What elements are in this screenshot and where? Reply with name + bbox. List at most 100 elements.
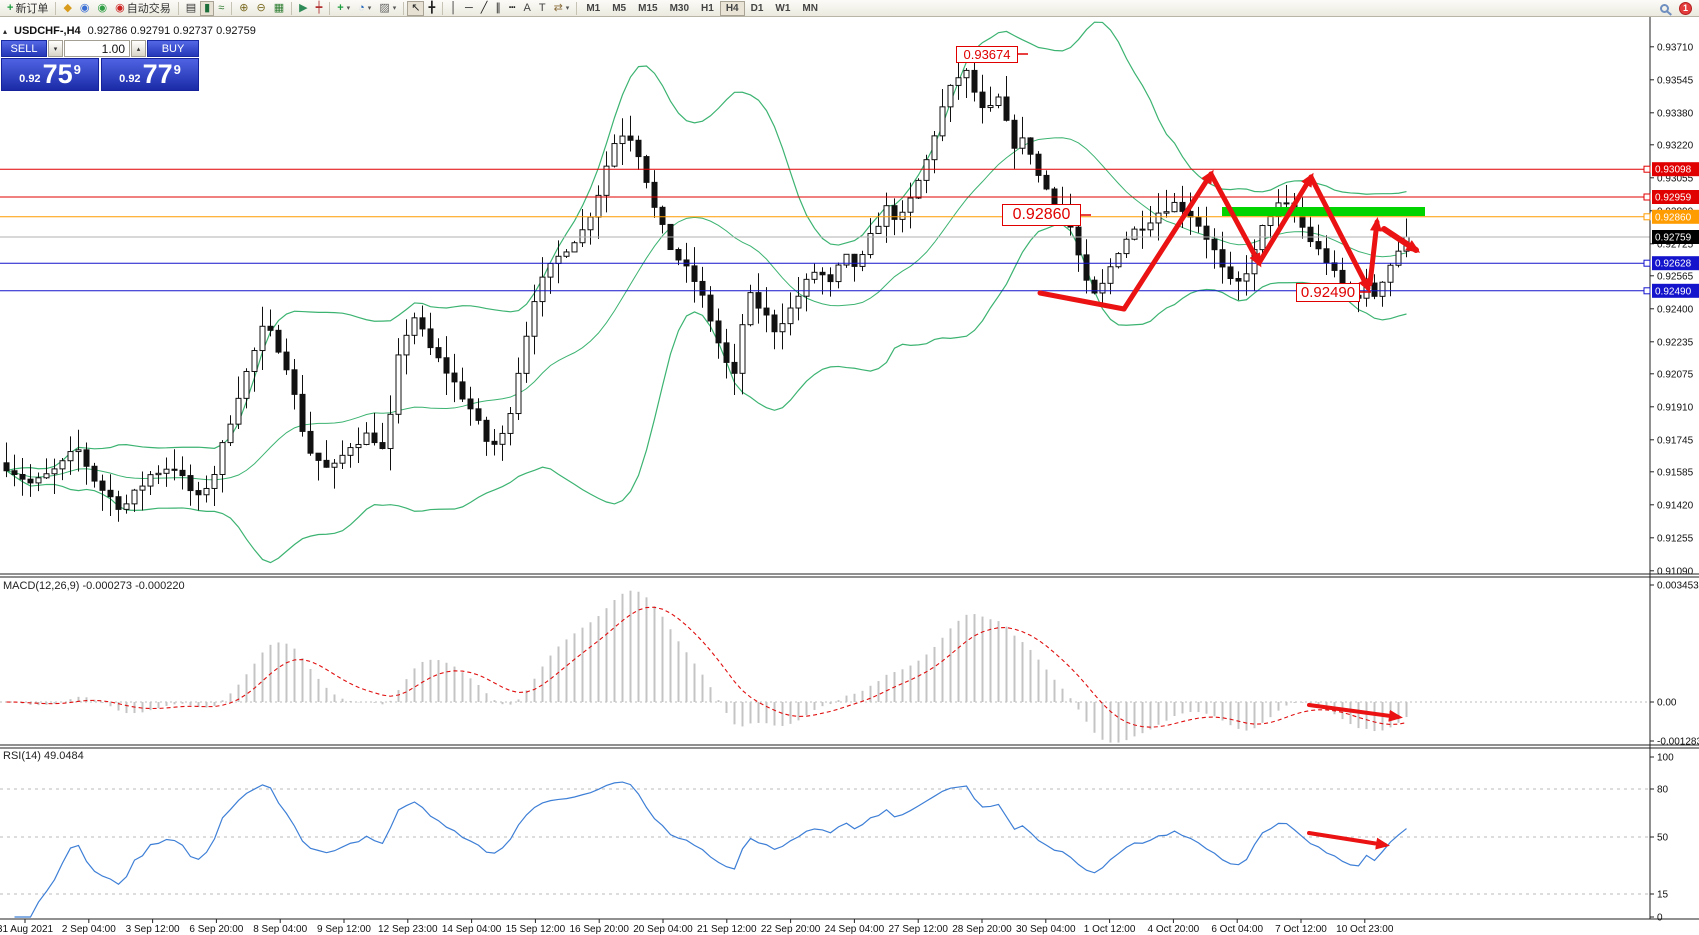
crosshair-icon[interactable]: ╋ [424, 1, 439, 16]
zoom-in-icon: ⊕ [239, 1, 248, 15]
arrows-tool-button[interactable]: ⇄▾ [550, 1, 574, 16]
vertical-line-icon[interactable]: │ [446, 1, 461, 16]
svg-text:0.92860: 0.92860 [1655, 212, 1692, 223]
svg-text:0.92400: 0.92400 [1657, 304, 1694, 315]
price-annotation-box[interactable]: 0.93674 [956, 46, 1018, 63]
rsi-arrow[interactable] [1309, 833, 1385, 845]
chart-shift-icon[interactable]: ┿ [312, 1, 327, 16]
timeframe-button-h4[interactable]: H4 [720, 1, 745, 16]
template-menu-button[interactable]: ▨▾ [375, 1, 400, 16]
auto-trading-button-label: 自动交易 [127, 0, 171, 16]
svg-text:0.93545: 0.93545 [1657, 75, 1694, 86]
cursor-icon[interactable]: ↖ [407, 1, 424, 16]
chart-area[interactable]: 0.937100.935450.933800.932200.930550.928… [0, 17, 1699, 935]
volume-increase-button[interactable]: ▴ [131, 40, 146, 57]
sell-price-panel[interactable]: 0.92 75 9 [1, 58, 99, 91]
volume-input[interactable]: 1.00 [64, 40, 130, 57]
svg-text:0.91255: 0.91255 [1657, 533, 1694, 544]
chart-canvas[interactable]: 0.937100.935450.933800.932200.930550.928… [0, 17, 1699, 935]
notification-badge[interactable]: 1 [1679, 2, 1692, 15]
svg-text:1 Oct 12:00: 1 Oct 12:00 [1084, 924, 1136, 935]
timeframe-button-w1[interactable]: W1 [769, 1, 796, 16]
svg-text:0.92235: 0.92235 [1657, 337, 1694, 348]
svg-text:24 Sep 04:00: 24 Sep 04:00 [825, 924, 885, 935]
trend-annotation-arrows[interactable] [1018, 54, 1416, 845]
svg-text:0.92075: 0.92075 [1657, 369, 1694, 380]
text-icon[interactable]: A [520, 1, 535, 16]
fibonacci-icon: ┅ [509, 1, 516, 15]
sell-button[interactable]: SELL [1, 40, 47, 57]
new-order-button[interactable]: +新订单 [3, 1, 52, 16]
price-annotation-box[interactable]: 0.92860 [1002, 204, 1081, 226]
zoom-out-icon[interactable]: ⊖ [252, 1, 269, 16]
tile-windows-icon[interactable]: ▦ [270, 1, 288, 16]
price-annotation-box[interactable]: 0.92490 [1296, 283, 1360, 302]
toolbar-separator [178, 2, 179, 15]
add-indicator-button[interactable]: +▾ [333, 1, 354, 16]
candlestick-chart-icon[interactable]: ▮ [200, 1, 214, 16]
fibonacci-icon[interactable]: ┅ [505, 1, 520, 16]
svg-text:15: 15 [1657, 890, 1669, 901]
timeframe-button-h1[interactable]: H1 [695, 1, 720, 16]
horizontal-line-icon: ─ [465, 1, 473, 15]
support-zone-highlight[interactable] [1222, 207, 1425, 216]
sell-price-prefix: 0.92 [19, 73, 40, 85]
timeframe-button-m5[interactable]: M5 [606, 1, 632, 16]
auto-trading-button[interactable]: ◉自动交易 [111, 1, 175, 16]
trade-price-row: 0.92 75 9 0.92 77 9 [1, 58, 199, 91]
line-chart-icon[interactable]: ≈ [214, 1, 228, 16]
search-button[interactable] [1656, 1, 1673, 16]
buy-price-panel[interactable]: 0.92 77 9 [101, 58, 199, 91]
new-order-icon: + [7, 1, 13, 15]
timeframe-button-m15[interactable]: M15 [632, 1, 663, 16]
timeframe-button-d1[interactable]: D1 [745, 1, 770, 16]
vertical-line-icon: │ [450, 1, 457, 15]
svg-text:31 Aug 2021: 31 Aug 2021 [0, 924, 54, 935]
timeframe-button-m30[interactable]: M30 [664, 1, 695, 16]
auto-scroll-icon[interactable]: ▶ [295, 1, 311, 16]
chevron-down-icon: ▾ [347, 4, 351, 12]
svg-text:12 Sep 23:00: 12 Sep 23:00 [378, 924, 438, 935]
time-axis[interactable]: 31 Aug 20212 Sep 04:003 Sep 12:006 Sep 2… [0, 919, 1394, 935]
text-icon: A [524, 1, 531, 15]
svg-text:14 Sep 04:00: 14 Sep 04:00 [442, 924, 502, 935]
buy-price-sup: 9 [174, 59, 181, 77]
svg-text:20 Sep 04:00: 20 Sep 04:00 [633, 924, 693, 935]
buy-button[interactable]: BUY [147, 40, 199, 57]
horizontal-line-icon[interactable]: ─ [461, 1, 477, 16]
svg-text:10 Oct 23:00: 10 Oct 23:00 [1336, 924, 1394, 935]
chart-marker-icon: ▴ [3, 27, 7, 36]
auto-trading-icon: ◉ [115, 1, 125, 15]
auto-scroll-icon: ▶ [299, 1, 307, 15]
timeframe-button-mn[interactable]: MN [796, 1, 824, 16]
period-menu-button[interactable]: ◔▾ [354, 1, 375, 16]
svg-text:0.93710: 0.93710 [1657, 42, 1694, 53]
news-icon[interactable]: ◉ [94, 1, 112, 16]
bar-chart-icon[interactable]: ▤ [182, 1, 200, 16]
period-menu-icon: ◔ [358, 1, 365, 15]
volume-decrease-button[interactable]: ▾ [48, 40, 63, 57]
chevron-down-icon: ▾ [393, 4, 397, 12]
new-order-button-label: 新订单 [15, 0, 48, 16]
rsi-indicator [0, 782, 1650, 917]
toolbar-separator [403, 2, 404, 15]
svg-text:0.92759: 0.92759 [1655, 233, 1692, 244]
timeframe-button-m1[interactable]: M1 [580, 1, 606, 16]
svg-text:2 Sep 04:00: 2 Sep 04:00 [62, 924, 116, 935]
strategy-tester-icon[interactable]: ◆ [59, 1, 75, 16]
toolbar-separator [442, 2, 443, 15]
trendline-icon[interactable]: ╱ [477, 1, 492, 16]
toolbar-right-group: 1 [1656, 1, 1696, 16]
community-icon[interactable]: ◉ [76, 1, 94, 16]
sell-price-big: 75 [43, 59, 73, 90]
chevron-down-icon: ▾ [368, 4, 372, 12]
price-axis[interactable]: 0.937100.935450.933800.932200.930550.928… [1644, 42, 1699, 923]
channel-icon[interactable]: ∥ [491, 1, 505, 16]
svg-text:8 Sep 04:00: 8 Sep 04:00 [253, 924, 307, 935]
zoom-in-icon[interactable]: ⊕ [235, 1, 252, 16]
svg-text:0.92490: 0.92490 [1655, 286, 1692, 297]
text-label-icon[interactable]: T [535, 1, 550, 16]
symbol-header: ▴ USDCHF-,H4 0.92786 0.92791 0.92737 0.9… [3, 25, 256, 37]
zoom-out-icon: ⊖ [256, 1, 265, 15]
pane-frame [0, 17, 1699, 919]
